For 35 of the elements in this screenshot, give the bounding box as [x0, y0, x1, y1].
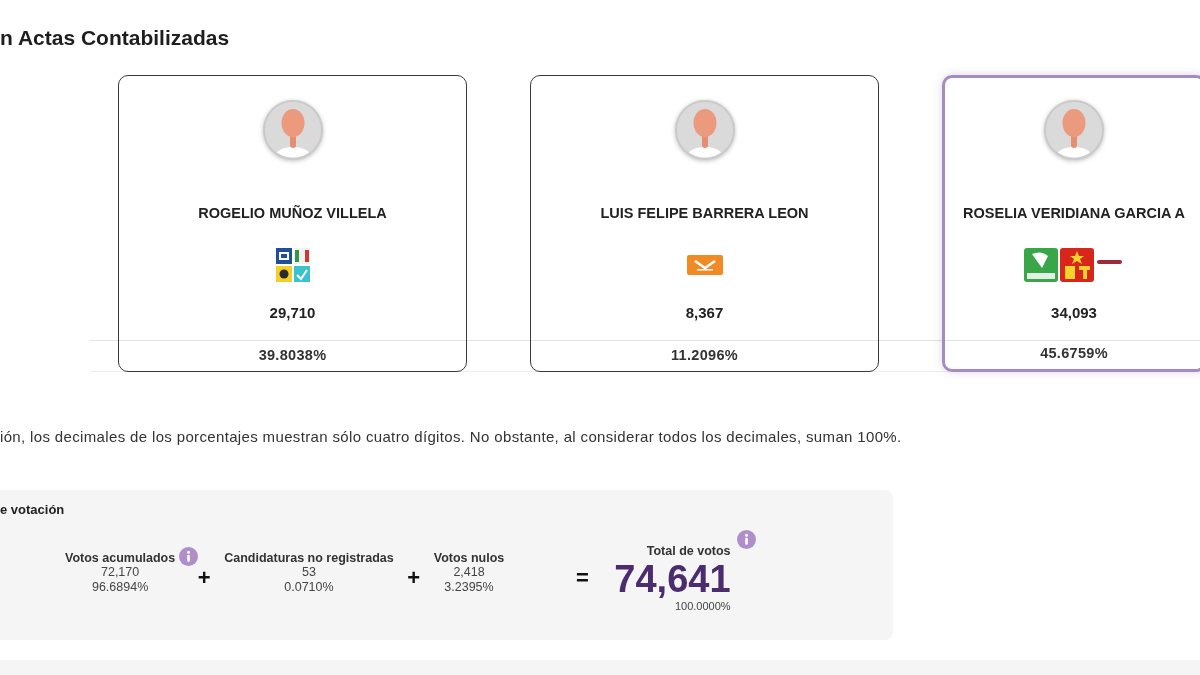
tally-percentage: 3.2395% [444, 580, 494, 595]
candidate-name: ROSELIA VERIDIANA GARCIA A [963, 204, 1185, 222]
party-logos-icon [1024, 248, 1124, 282]
equals-sign: = [574, 566, 590, 590]
plus-sign: + [196, 566, 212, 590]
info-icon[interactable] [179, 547, 199, 566]
tally-value: 72,170 [101, 565, 140, 580]
total-votes: 74,641 [614, 557, 731, 600]
vote-count: 8,367 [685, 304, 724, 322]
total-percentage: 100.0000% [674, 599, 731, 613]
plus-sign: + [406, 566, 422, 590]
tally-percentage: 0.0710% [284, 580, 334, 595]
vote-percentage: 45.6759% [1040, 344, 1108, 363]
tally-label: Votos nulos [433, 551, 505, 565]
total-label: Total de votos [646, 543, 731, 558]
vote-percentage: 39.8038% [258, 346, 327, 365]
panel-title: e votación [0, 502, 66, 518]
avatar-placeholder-icon [1044, 100, 1104, 160]
tally-value: 53 [302, 565, 316, 580]
vote-count: 34,093 [1051, 304, 1097, 322]
tally-value: 2,418 [453, 565, 485, 580]
rounding-note: ión, los decimales de los porcentajes muestran sólo cuatro dígitos. No obstante, al considerar todos los decimales, suman 100%. [0, 428, 903, 446]
avatar-placeholder-icon [674, 100, 735, 160]
party-logo-icon [686, 255, 723, 275]
tally-label: Votos acumulados [65, 551, 176, 565]
avatar-placeholder-icon [262, 100, 323, 160]
page-title: n Actas Contabilizadas [0, 25, 231, 51]
party-logos-icon [275, 248, 310, 282]
info-icon[interactable] [736, 529, 756, 549]
vote-percentage: 11.2096% [671, 346, 738, 365]
tally-percentage: 96.6894% [91, 580, 149, 595]
tally-label: Candidaturas no registradas [224, 551, 394, 565]
candidate-name: LUIS FELIPE BARRERA LEON [600, 204, 809, 222]
vote-count: 29,710 [269, 304, 316, 322]
candidate-name: ROGELIO MUÑOZ VILLELA [198, 204, 387, 222]
